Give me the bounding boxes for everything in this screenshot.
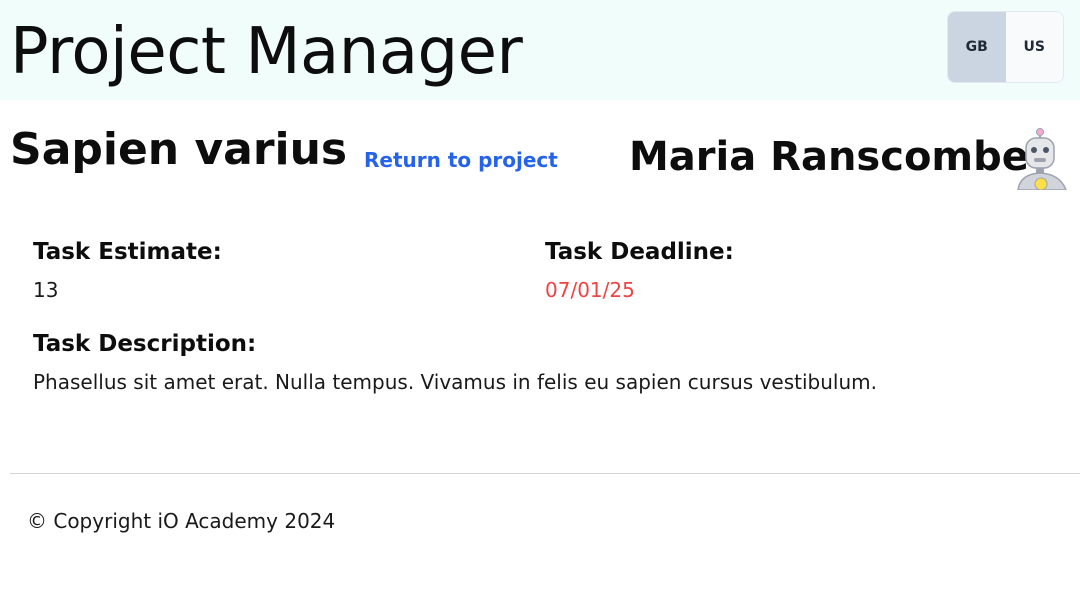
task-estimate-value: 13 — [33, 278, 59, 302]
app-header: Project Manager GB US — [0, 0, 1080, 100]
locale-us-button[interactable]: US — [1005, 12, 1063, 82]
copyright-text: © Copyright iO Academy 2024 — [27, 509, 336, 533]
task-deadline-value: 07/01/25 — [545, 278, 635, 302]
locale-gb-button[interactable]: GB — [948, 12, 1006, 82]
app-title: Project Manager — [10, 15, 523, 89]
task-description-value: Phasellus sit amet erat. Nulla tempus. V… — [33, 370, 877, 394]
task-deadline-label: Task Deadline: — [545, 239, 734, 265]
task-title: Sapien varius — [10, 124, 348, 175]
assignee-name: Maria Ranscombe — [629, 134, 1029, 180]
task-estimate-label: Task Estimate: — [33, 239, 222, 265]
locale-switch: GB US — [947, 11, 1064, 83]
return-to-project-link[interactable]: Return to project — [364, 146, 558, 174]
footer-divider — [10, 473, 1080, 474]
task-description-label: Task Description: — [33, 331, 257, 357]
robot-avatar-icon — [1010, 126, 1080, 190]
